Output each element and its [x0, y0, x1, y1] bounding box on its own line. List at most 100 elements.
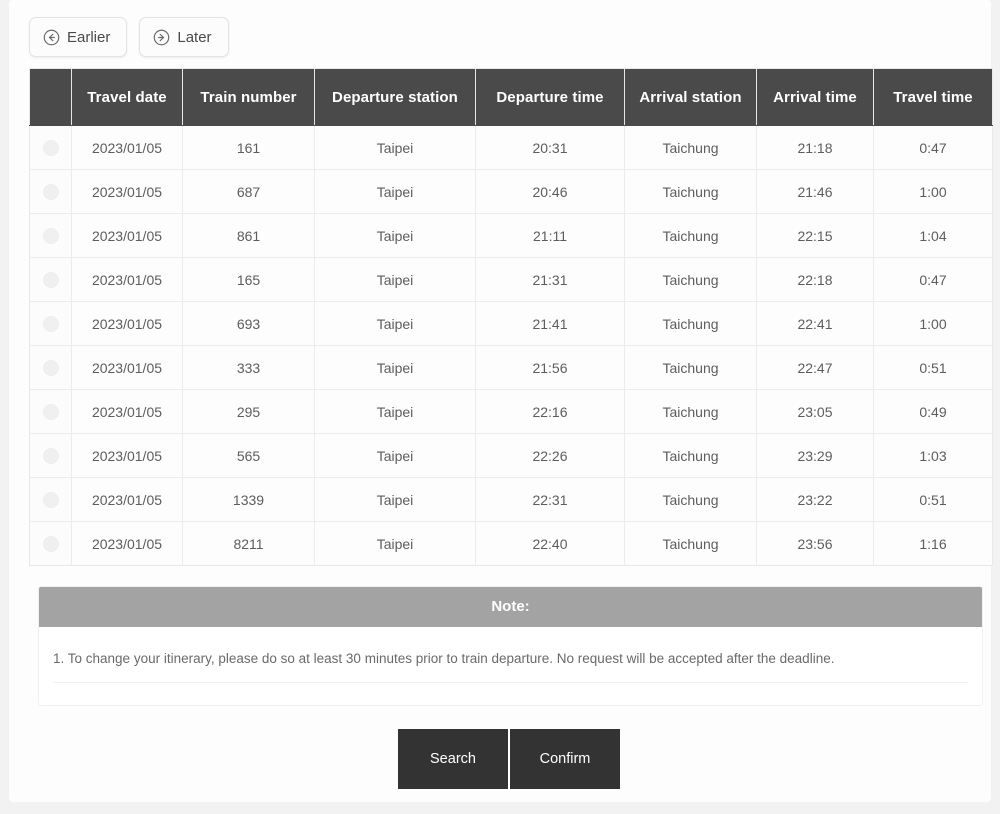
later-button[interactable]: Later: [139, 17, 229, 57]
action-bar: Search Confirm: [9, 729, 1000, 789]
search-button[interactable]: Search: [398, 729, 508, 789]
train-select-radio[interactable]: [42, 140, 59, 157]
cell-departure-time: 21:31: [475, 257, 625, 302]
table-row[interactable]: 2023/01/05 565 Taipei 22:26 Taichung 23:29 1:0…: [29, 433, 993, 478]
cell-departure-station: Taipei: [314, 301, 476, 346]
train-select-radio[interactable]: [42, 360, 59, 377]
cell-travel-date: 2023/01/05: [71, 521, 183, 566]
cell-arrival-station: Taichung: [624, 301, 757, 346]
table-row[interactable]: 2023/01/05 161 Taipei 20:31 Taichung 21:18 0:4…: [29, 125, 993, 170]
table-body: 2023/01/05 161 Taipei 20:31 Taichung 21:18 0:4…: [29, 125, 993, 566]
row-select-cell[interactable]: [29, 521, 72, 566]
column-header-arrival-time: Arrival time: [756, 68, 874, 126]
earlier-button-label: Earlier: [67, 28, 111, 46]
cell-arrival-station: Taichung: [624, 213, 757, 258]
cell-arrival-station: Taichung: [624, 257, 757, 302]
table-row[interactable]: 2023/01/05 8211 Taipei 22:40 Taichung 23:56 1:…: [29, 521, 993, 566]
cell-arrival-station: Taichung: [624, 125, 757, 170]
table-row[interactable]: 2023/01/05 861 Taipei 21:11 Taichung 22:15 1:0…: [29, 213, 993, 258]
row-select-cell[interactable]: [29, 301, 72, 346]
cell-train-number: 295: [182, 389, 315, 434]
cell-arrival-time: 23:22: [756, 477, 874, 522]
train-schedule-page: Earlier Later Travel date Train number D…: [0, 0, 1000, 814]
cell-arrival-station: Taichung: [624, 433, 757, 478]
cell-departure-time: 22:16: [475, 389, 625, 434]
cell-travel-date: 2023/01/05: [71, 213, 183, 258]
cell-travel-time: 1:04: [873, 213, 993, 258]
train-select-radio[interactable]: [42, 228, 59, 245]
cell-travel-date: 2023/01/05: [71, 301, 183, 346]
cell-departure-station: Taipei: [314, 477, 476, 522]
train-select-radio[interactable]: [42, 492, 59, 509]
cell-departure-station: Taipei: [314, 125, 476, 170]
cell-train-number: 165: [182, 257, 315, 302]
earlier-button[interactable]: Earlier: [29, 17, 128, 57]
row-select-cell[interactable]: [29, 345, 72, 390]
train-select-radio[interactable]: [42, 316, 59, 333]
cell-train-number: 565: [182, 433, 315, 478]
column-header-arrival-station: Arrival station: [624, 68, 757, 126]
cell-arrival-time: 22:41: [756, 301, 874, 346]
column-header-travel-date: Travel date: [71, 68, 183, 126]
table-row[interactable]: 2023/01/05 333 Taipei 21:56 Taichung 22:47 0:5…: [29, 345, 993, 390]
row-select-cell[interactable]: [29, 433, 72, 478]
cell-arrival-station: Taichung: [624, 389, 757, 434]
row-select-cell[interactable]: [29, 477, 72, 522]
cell-travel-time: 1:16: [873, 521, 993, 566]
cell-travel-date: 2023/01/05: [71, 389, 183, 434]
row-select-cell[interactable]: [29, 213, 72, 258]
row-select-cell[interactable]: [29, 257, 72, 302]
train-select-radio[interactable]: [42, 536, 59, 553]
note-item: 1. To change your itinerary, please do s…: [53, 649, 968, 684]
cell-travel-date: 2023/01/05: [71, 169, 183, 214]
table-row[interactable]: 2023/01/05 295 Taipei 22:16 Taichung 23:05 0:4…: [29, 389, 993, 434]
cell-departure-time: 21:41: [475, 301, 625, 346]
cell-departure-station: Taipei: [314, 213, 476, 258]
cell-departure-time: 20:31: [475, 125, 625, 170]
confirm-button[interactable]: Confirm: [510, 729, 620, 789]
cell-departure-station: Taipei: [314, 257, 476, 302]
cell-arrival-station: Taichung: [624, 169, 757, 214]
cell-travel-time: 0:47: [873, 125, 993, 170]
train-select-radio[interactable]: [42, 184, 59, 201]
row-select-cell[interactable]: [29, 125, 72, 170]
table-row[interactable]: 2023/01/05 693 Taipei 21:41 Taichung 22:41 1:0…: [29, 301, 993, 346]
table-row[interactable]: 2023/01/05 1339 Taipei 22:31 Taichung 23:22 0:…: [29, 477, 993, 522]
arrow-circle-right-icon: [153, 29, 170, 46]
cell-departure-station: Taipei: [314, 345, 476, 390]
train-select-radio[interactable]: [42, 448, 59, 465]
cell-arrival-station: Taichung: [624, 477, 757, 522]
time-nav-bar: Earlier Later: [29, 17, 229, 57]
column-header-departure-station: Departure station: [314, 68, 476, 126]
train-select-radio[interactable]: [42, 404, 59, 421]
cell-travel-time: 0:51: [873, 477, 993, 522]
cell-departure-time: 22:40: [475, 521, 625, 566]
cell-travel-time: 0:51: [873, 345, 993, 390]
cell-departure-time: 22:26: [475, 433, 625, 478]
cell-arrival-station: Taichung: [624, 521, 757, 566]
cell-travel-date: 2023/01/05: [71, 125, 183, 170]
table-row[interactable]: 2023/01/05 165 Taipei 21:31 Taichung 22:18 0:4…: [29, 257, 993, 302]
table-row[interactable]: 2023/01/05 687 Taipei 20:46 Taichung 21:46 1:0…: [29, 169, 993, 214]
row-select-cell[interactable]: [29, 169, 72, 214]
cell-travel-time: 1:00: [873, 301, 993, 346]
cell-arrival-time: 23:29: [756, 433, 874, 478]
cell-travel-time: 1:00: [873, 169, 993, 214]
column-header-departure-time: Departure time: [475, 68, 625, 126]
table-header: Travel date Train number Departure stati…: [29, 68, 993, 126]
cell-travel-time: 1:03: [873, 433, 993, 478]
cell-arrival-time: 23:56: [756, 521, 874, 566]
note-box: Note: 1. To change your itinerary, pleas…: [38, 586, 983, 707]
note-title: Note:: [39, 587, 982, 627]
cell-departure-station: Taipei: [314, 389, 476, 434]
cell-train-number: 1339: [182, 477, 315, 522]
content-card: Earlier Later Travel date Train number D…: [9, 0, 993, 802]
column-header-travel-time: Travel time: [873, 68, 993, 126]
cell-departure-station: Taipei: [314, 433, 476, 478]
arrow-circle-left-icon: [43, 29, 60, 46]
cell-arrival-time: 22:18: [756, 257, 874, 302]
table-header-row: Travel date Train number Departure stati…: [29, 68, 993, 126]
row-select-cell[interactable]: [29, 389, 72, 434]
cell-arrival-time: 22:47: [756, 345, 874, 390]
train-select-radio[interactable]: [42, 272, 59, 289]
